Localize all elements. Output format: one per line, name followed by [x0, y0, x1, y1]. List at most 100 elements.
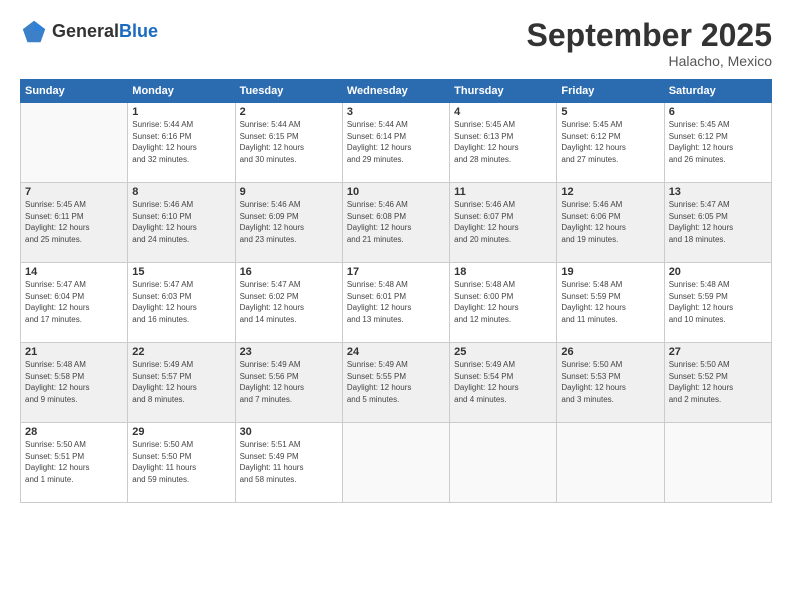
- day-info: Sunrise: 5:47 AM Sunset: 6:03 PM Dayligh…: [132, 279, 230, 325]
- day-number: 20: [669, 266, 767, 278]
- day-number: 1: [132, 106, 230, 118]
- header-cell-sunday: Sunday: [21, 80, 128, 103]
- logo: GeneralBlue: [20, 18, 158, 46]
- day-cell: 30Sunrise: 5:51 AM Sunset: 5:49 PM Dayli…: [235, 423, 342, 503]
- day-info: Sunrise: 5:49 AM Sunset: 5:55 PM Dayligh…: [347, 359, 445, 405]
- day-info: Sunrise: 5:47 AM Sunset: 6:02 PM Dayligh…: [240, 279, 338, 325]
- day-number: 21: [25, 346, 123, 358]
- day-info: Sunrise: 5:46 AM Sunset: 6:07 PM Dayligh…: [454, 199, 552, 245]
- day-info: Sunrise: 5:46 AM Sunset: 6:09 PM Dayligh…: [240, 199, 338, 245]
- day-cell: 7Sunrise: 5:45 AM Sunset: 6:11 PM Daylig…: [21, 183, 128, 263]
- day-number: 7: [25, 186, 123, 198]
- logo-icon: [20, 18, 48, 46]
- day-info: Sunrise: 5:48 AM Sunset: 5:59 PM Dayligh…: [669, 279, 767, 325]
- day-info: Sunrise: 5:51 AM Sunset: 5:49 PM Dayligh…: [240, 439, 338, 485]
- header-cell-wednesday: Wednesday: [342, 80, 449, 103]
- week-row-4: 21Sunrise: 5:48 AM Sunset: 5:58 PM Dayli…: [21, 343, 772, 423]
- day-info: Sunrise: 5:48 AM Sunset: 6:00 PM Dayligh…: [454, 279, 552, 325]
- day-info: Sunrise: 5:44 AM Sunset: 6:16 PM Dayligh…: [132, 119, 230, 165]
- day-info: Sunrise: 5:46 AM Sunset: 6:10 PM Dayligh…: [132, 199, 230, 245]
- month-title: September 2025: [527, 18, 772, 53]
- day-info: Sunrise: 5:48 AM Sunset: 5:58 PM Dayligh…: [25, 359, 123, 405]
- day-number: 24: [347, 346, 445, 358]
- day-number: 10: [347, 186, 445, 198]
- day-number: 30: [240, 426, 338, 438]
- day-number: 16: [240, 266, 338, 278]
- day-number: 4: [454, 106, 552, 118]
- day-info: Sunrise: 5:50 AM Sunset: 5:51 PM Dayligh…: [25, 439, 123, 485]
- day-info: Sunrise: 5:45 AM Sunset: 6:11 PM Dayligh…: [25, 199, 123, 245]
- header-cell-saturday: Saturday: [664, 80, 771, 103]
- location: Halacho, Mexico: [527, 53, 772, 69]
- day-number: 8: [132, 186, 230, 198]
- day-cell: 22Sunrise: 5:49 AM Sunset: 5:57 PM Dayli…: [128, 343, 235, 423]
- day-cell: 20Sunrise: 5:48 AM Sunset: 5:59 PM Dayli…: [664, 263, 771, 343]
- day-number: 28: [25, 426, 123, 438]
- day-cell: 8Sunrise: 5:46 AM Sunset: 6:10 PM Daylig…: [128, 183, 235, 263]
- day-number: 11: [454, 186, 552, 198]
- header-cell-tuesday: Tuesday: [235, 80, 342, 103]
- day-cell: 23Sunrise: 5:49 AM Sunset: 5:56 PM Dayli…: [235, 343, 342, 423]
- day-cell: [557, 423, 664, 503]
- day-cell: 28Sunrise: 5:50 AM Sunset: 5:51 PM Dayli…: [21, 423, 128, 503]
- day-cell: 3Sunrise: 5:44 AM Sunset: 6:14 PM Daylig…: [342, 103, 449, 183]
- day-info: Sunrise: 5:48 AM Sunset: 6:01 PM Dayligh…: [347, 279, 445, 325]
- day-cell: [664, 423, 771, 503]
- day-info: Sunrise: 5:50 AM Sunset: 5:50 PM Dayligh…: [132, 439, 230, 485]
- title-block: September 2025 Halacho, Mexico: [527, 18, 772, 69]
- day-number: 27: [669, 346, 767, 358]
- logo-blue-text: Blue: [119, 22, 158, 42]
- week-row-1: 1Sunrise: 5:44 AM Sunset: 6:16 PM Daylig…: [21, 103, 772, 183]
- day-info: Sunrise: 5:47 AM Sunset: 6:04 PM Dayligh…: [25, 279, 123, 325]
- day-number: 2: [240, 106, 338, 118]
- day-number: 22: [132, 346, 230, 358]
- day-number: 17: [347, 266, 445, 278]
- page-header: GeneralBlue September 2025 Halacho, Mexi…: [20, 18, 772, 69]
- day-number: 25: [454, 346, 552, 358]
- day-info: Sunrise: 5:45 AM Sunset: 6:12 PM Dayligh…: [669, 119, 767, 165]
- day-cell: 5Sunrise: 5:45 AM Sunset: 6:12 PM Daylig…: [557, 103, 664, 183]
- day-info: Sunrise: 5:44 AM Sunset: 6:14 PM Dayligh…: [347, 119, 445, 165]
- day-info: Sunrise: 5:46 AM Sunset: 6:06 PM Dayligh…: [561, 199, 659, 245]
- day-number: 12: [561, 186, 659, 198]
- day-cell: 11Sunrise: 5:46 AM Sunset: 6:07 PM Dayli…: [450, 183, 557, 263]
- day-number: 26: [561, 346, 659, 358]
- day-info: Sunrise: 5:49 AM Sunset: 5:54 PM Dayligh…: [454, 359, 552, 405]
- day-cell: 12Sunrise: 5:46 AM Sunset: 6:06 PM Dayli…: [557, 183, 664, 263]
- day-cell: 21Sunrise: 5:48 AM Sunset: 5:58 PM Dayli…: [21, 343, 128, 423]
- calendar-table: SundayMondayTuesdayWednesdayThursdayFrid…: [20, 79, 772, 503]
- day-number: 15: [132, 266, 230, 278]
- day-cell: 16Sunrise: 5:47 AM Sunset: 6:02 PM Dayli…: [235, 263, 342, 343]
- day-cell: [342, 423, 449, 503]
- day-cell: 13Sunrise: 5:47 AM Sunset: 6:05 PM Dayli…: [664, 183, 771, 263]
- week-row-3: 14Sunrise: 5:47 AM Sunset: 6:04 PM Dayli…: [21, 263, 772, 343]
- day-cell: 29Sunrise: 5:50 AM Sunset: 5:50 PM Dayli…: [128, 423, 235, 503]
- day-info: Sunrise: 5:47 AM Sunset: 6:05 PM Dayligh…: [669, 199, 767, 245]
- day-cell: 1Sunrise: 5:44 AM Sunset: 6:16 PM Daylig…: [128, 103, 235, 183]
- day-cell: 2Sunrise: 5:44 AM Sunset: 6:15 PM Daylig…: [235, 103, 342, 183]
- day-number: 18: [454, 266, 552, 278]
- day-info: Sunrise: 5:44 AM Sunset: 6:15 PM Dayligh…: [240, 119, 338, 165]
- day-cell: 19Sunrise: 5:48 AM Sunset: 5:59 PM Dayli…: [557, 263, 664, 343]
- day-cell: 25Sunrise: 5:49 AM Sunset: 5:54 PM Dayli…: [450, 343, 557, 423]
- day-info: Sunrise: 5:45 AM Sunset: 6:13 PM Dayligh…: [454, 119, 552, 165]
- header-cell-thursday: Thursday: [450, 80, 557, 103]
- day-info: Sunrise: 5:46 AM Sunset: 6:08 PM Dayligh…: [347, 199, 445, 245]
- day-cell: 9Sunrise: 5:46 AM Sunset: 6:09 PM Daylig…: [235, 183, 342, 263]
- day-cell: 26Sunrise: 5:50 AM Sunset: 5:53 PM Dayli…: [557, 343, 664, 423]
- day-number: 29: [132, 426, 230, 438]
- day-number: 3: [347, 106, 445, 118]
- day-cell: 6Sunrise: 5:45 AM Sunset: 6:12 PM Daylig…: [664, 103, 771, 183]
- day-number: 13: [669, 186, 767, 198]
- day-number: 19: [561, 266, 659, 278]
- week-row-5: 28Sunrise: 5:50 AM Sunset: 5:51 PM Dayli…: [21, 423, 772, 503]
- day-cell: 27Sunrise: 5:50 AM Sunset: 5:52 PM Dayli…: [664, 343, 771, 423]
- day-number: 5: [561, 106, 659, 118]
- day-info: Sunrise: 5:50 AM Sunset: 5:53 PM Dayligh…: [561, 359, 659, 405]
- day-number: 9: [240, 186, 338, 198]
- day-info: Sunrise: 5:48 AM Sunset: 5:59 PM Dayligh…: [561, 279, 659, 325]
- day-cell: 15Sunrise: 5:47 AM Sunset: 6:03 PM Dayli…: [128, 263, 235, 343]
- day-info: Sunrise: 5:49 AM Sunset: 5:57 PM Dayligh…: [132, 359, 230, 405]
- day-number: 23: [240, 346, 338, 358]
- day-cell: 17Sunrise: 5:48 AM Sunset: 6:01 PM Dayli…: [342, 263, 449, 343]
